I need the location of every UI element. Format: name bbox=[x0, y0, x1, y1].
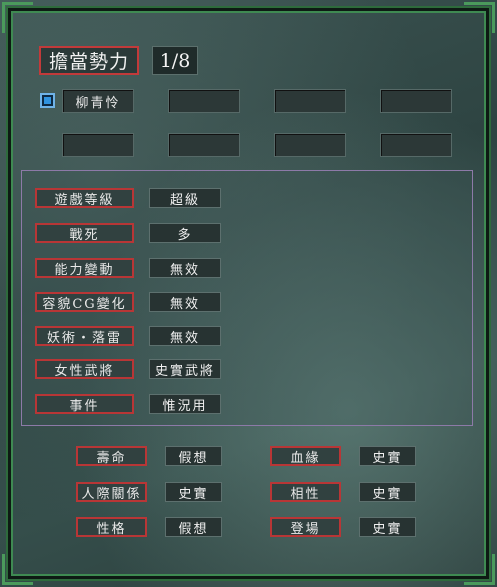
option-value-female-generals[interactable]: 史實武將 bbox=[149, 359, 221, 379]
faction-slot-3[interactable] bbox=[274, 89, 346, 113]
checkbox-check-icon bbox=[44, 97, 51, 104]
corner-ornament-bottom-left bbox=[2, 554, 33, 585]
game-window: 擔當勢力 1/8 柳青怜 遊戲等級 超級 戰死 多 能力變動 無效 容貌CG變化… bbox=[0, 0, 497, 587]
faction-slot-5[interactable] bbox=[62, 133, 134, 157]
corner-ornament-top-left bbox=[2, 2, 33, 33]
setting-label-lifespan: 壽命 bbox=[76, 446, 147, 466]
option-label-ability-change: 能力變動 bbox=[35, 258, 134, 278]
faction-checkbox[interactable] bbox=[40, 93, 55, 108]
corner-ornament-bottom-right bbox=[464, 554, 495, 585]
faction-slot-6[interactable] bbox=[168, 133, 240, 157]
faction-slot-1[interactable]: 柳青怜 bbox=[62, 89, 134, 113]
setting-label-personality: 性格 bbox=[76, 517, 147, 537]
option-label-sorcery-lightning: 妖術・落雷 bbox=[35, 326, 134, 346]
setting-label-relationships: 人際關係 bbox=[76, 482, 147, 502]
setting-value-appearance[interactable]: 史實 bbox=[359, 517, 416, 537]
option-label-portrait-cg-change: 容貌CG變化 bbox=[35, 292, 134, 312]
setting-label-appearance: 登場 bbox=[270, 517, 341, 537]
setting-label-compatibility: 相性 bbox=[270, 482, 341, 502]
setting-value-compatibility[interactable]: 史實 bbox=[359, 482, 416, 502]
option-value-portrait-cg-change[interactable]: 無效 bbox=[149, 292, 221, 312]
option-value-game-level[interactable]: 超級 bbox=[149, 188, 221, 208]
faction-slot-8[interactable] bbox=[380, 133, 452, 157]
faction-title: 擔當勢力 bbox=[39, 46, 139, 75]
option-value-events[interactable]: 惟況用 bbox=[149, 394, 221, 414]
option-label-death-in-battle: 戰死 bbox=[35, 223, 134, 243]
option-value-ability-change[interactable]: 無效 bbox=[149, 258, 221, 278]
option-label-female-generals: 女性武將 bbox=[35, 359, 134, 379]
corner-ornament-top-right bbox=[464, 2, 495, 33]
setting-value-personality[interactable]: 假想 bbox=[165, 517, 222, 537]
setting-label-bloodline: 血緣 bbox=[270, 446, 341, 466]
faction-slot-2[interactable] bbox=[168, 89, 240, 113]
setting-value-relationships[interactable]: 史實 bbox=[165, 482, 222, 502]
option-label-game-level: 遊戲等級 bbox=[35, 188, 134, 208]
setting-value-lifespan[interactable]: 假想 bbox=[165, 446, 222, 466]
option-value-death-in-battle[interactable]: 多 bbox=[149, 223, 221, 243]
faction-count: 1/8 bbox=[152, 46, 198, 75]
option-label-events: 事件 bbox=[35, 394, 134, 414]
faction-slot-4[interactable] bbox=[380, 89, 452, 113]
setting-value-bloodline[interactable]: 史實 bbox=[359, 446, 416, 466]
faction-slot-7[interactable] bbox=[274, 133, 346, 157]
option-value-sorcery-lightning[interactable]: 無效 bbox=[149, 326, 221, 346]
